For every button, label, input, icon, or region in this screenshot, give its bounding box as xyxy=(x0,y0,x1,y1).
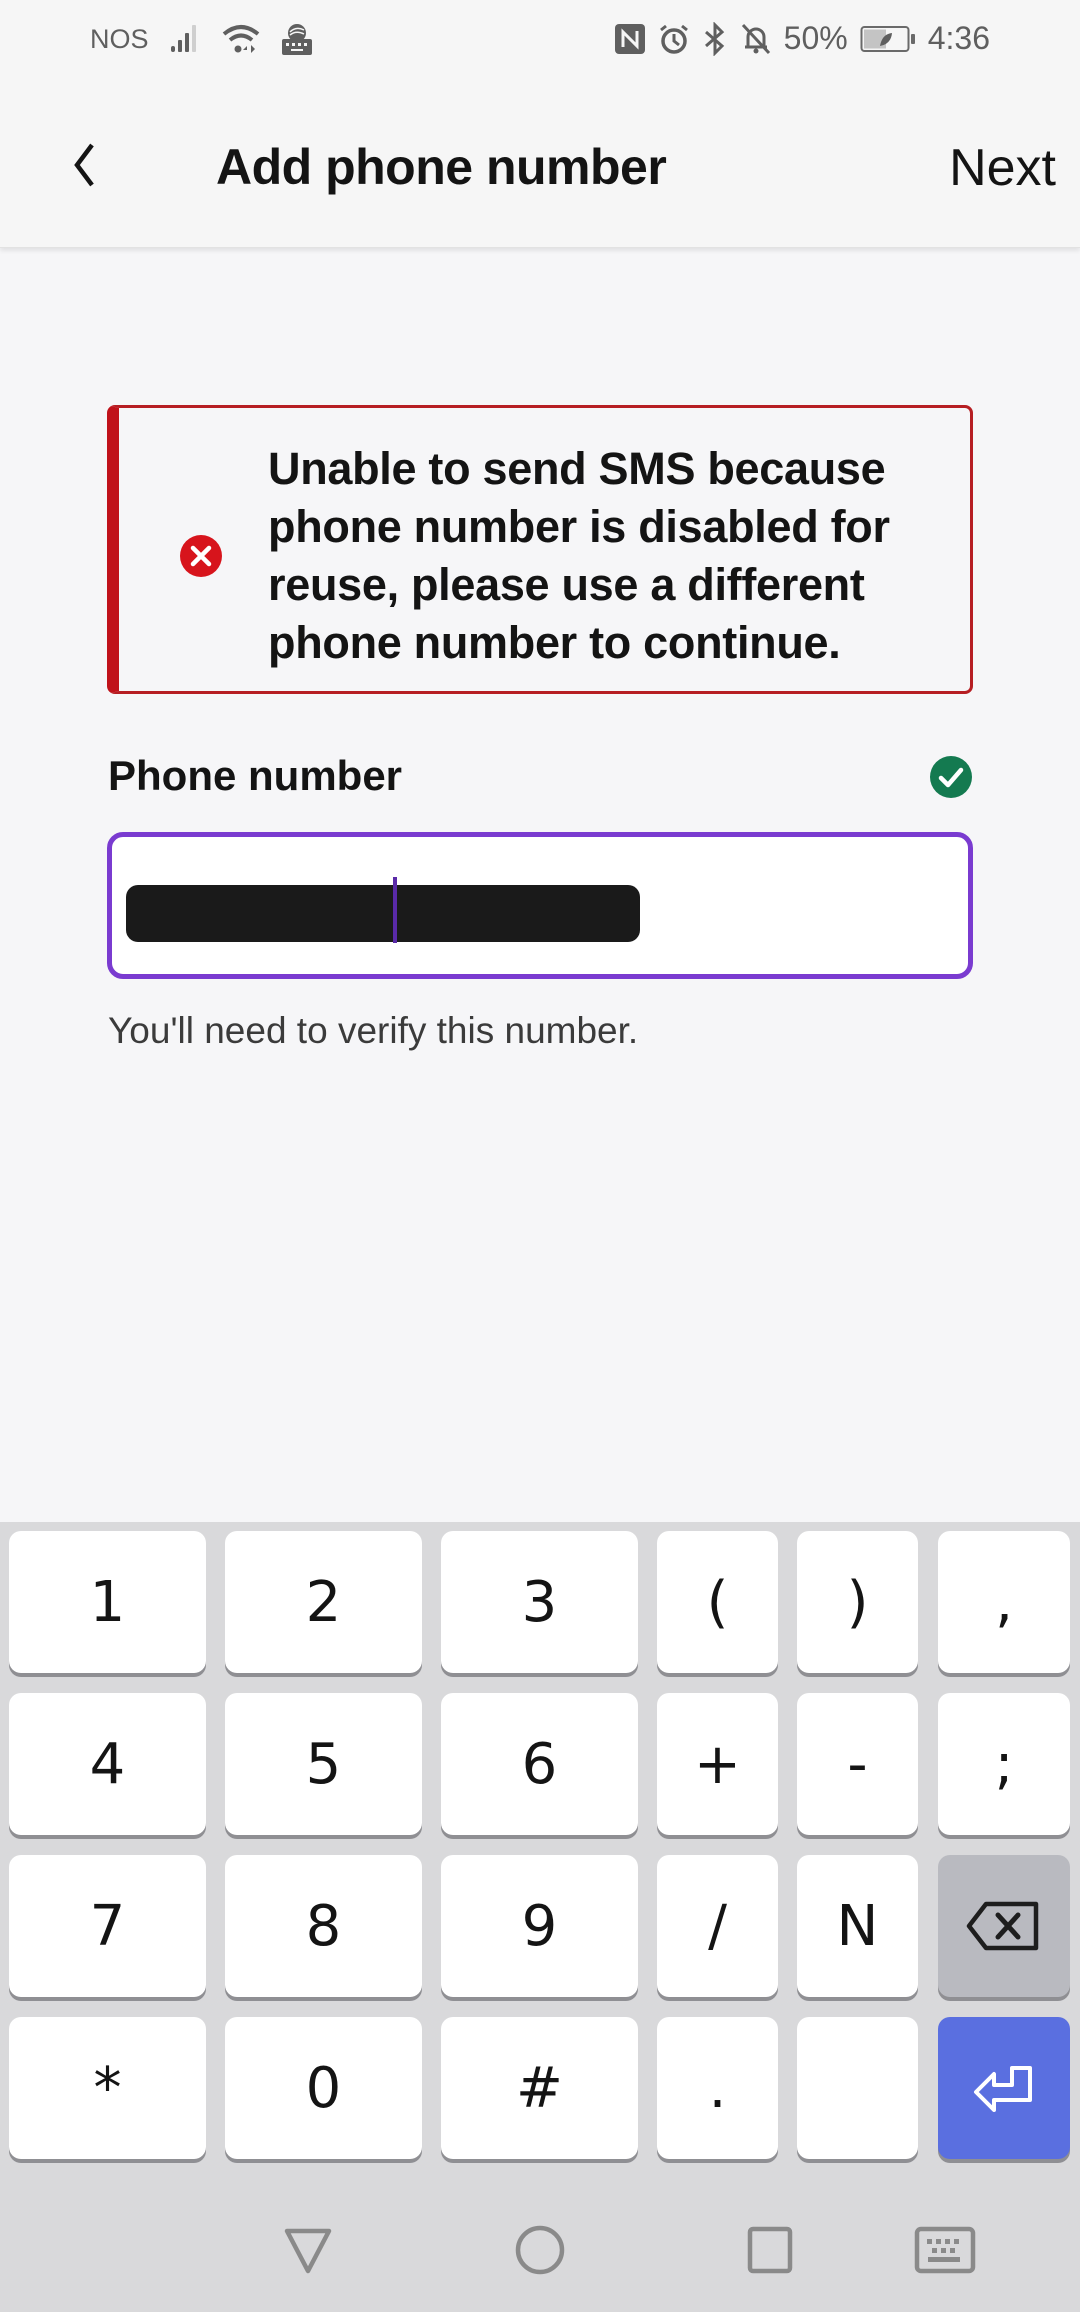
key-space[interactable] xyxy=(797,2017,918,2159)
next-button[interactable]: Next xyxy=(949,138,1056,198)
home-circle-icon xyxy=(515,2225,565,2275)
key-semicolon[interactable]: ; xyxy=(938,1693,1070,1835)
battery-icon xyxy=(860,24,916,54)
clock: 4:36 xyxy=(927,20,990,56)
backspace-icon xyxy=(966,1901,1039,1951)
battery-percent: 50% xyxy=(783,20,848,56)
key-plus[interactable]: + xyxy=(657,1693,778,1835)
helper-text: You'll need to verify this number. xyxy=(108,1010,639,1051)
text-caret xyxy=(393,877,397,943)
enter-icon xyxy=(974,2066,1032,2112)
key-open-paren[interactable]: ( xyxy=(657,1531,778,1673)
redacted-phone-value xyxy=(126,885,640,942)
back-button[interactable] xyxy=(55,130,115,200)
error-banner: Unable to send SMS because phone number … xyxy=(107,405,973,694)
key-6[interactable]: 6 xyxy=(441,1693,638,1835)
key-minus[interactable]: - xyxy=(797,1693,918,1835)
status-left: NOS xyxy=(90,22,313,56)
nav-recents-button[interactable] xyxy=(730,2215,810,2285)
key-7[interactable]: 7 xyxy=(9,1855,206,1997)
key-slash[interactable]: / xyxy=(657,1855,778,1997)
keyboard-app-icon xyxy=(281,22,313,56)
nav-keyboard-toggle-button[interactable] xyxy=(905,2215,985,2285)
recents-square-icon xyxy=(747,2226,793,2274)
key-8[interactable]: 8 xyxy=(225,1855,422,1997)
key-5[interactable]: 5 xyxy=(225,1693,422,1835)
key-0[interactable]: 0 xyxy=(225,2017,422,2159)
key-n[interactable]: N xyxy=(797,1855,918,1997)
key-comma[interactable]: , xyxy=(938,1531,1070,1673)
key-1[interactable]: 1 xyxy=(9,1531,206,1673)
wifi-icon xyxy=(221,23,261,55)
navigation-bar xyxy=(0,2185,1080,2312)
enter-key[interactable] xyxy=(938,2017,1070,2159)
nav-home-button[interactable] xyxy=(500,2215,580,2285)
nav-back-button[interactable] xyxy=(268,2215,348,2285)
key-2[interactable]: 2 xyxy=(225,1531,422,1673)
page-title: Add phone number xyxy=(216,139,667,195)
alarm-icon xyxy=(658,23,690,55)
key-period[interactable]: . xyxy=(657,2017,778,2159)
bluetooth-icon xyxy=(702,21,728,56)
phone-number-label: Phone number xyxy=(108,752,403,799)
chevron-left-icon xyxy=(74,143,94,187)
error-message: Unable to send SMS because phone number … xyxy=(268,443,890,668)
keyboard-toggle-icon xyxy=(914,2226,976,2274)
status-bar: NOS 50% 4:36 xyxy=(0,0,1080,80)
status-right: 50% 4:36 xyxy=(614,20,990,57)
check-circle-icon xyxy=(930,756,972,798)
nfc-icon xyxy=(614,23,646,55)
phone-number-input[interactable] xyxy=(107,832,973,979)
error-circle-icon xyxy=(180,535,222,577)
key-hash[interactable]: # xyxy=(441,2017,638,2159)
key-asterisk[interactable]: * xyxy=(9,2017,206,2159)
app-bar: Add phone number Next xyxy=(0,80,1080,248)
bell-off-icon xyxy=(740,22,772,56)
signal-icon xyxy=(169,24,201,54)
carrier-label: NOS xyxy=(90,23,149,54)
key-close-paren[interactable]: ) xyxy=(797,1531,918,1673)
key-3[interactable]: 3 xyxy=(441,1531,638,1673)
backspace-key[interactable] xyxy=(938,1855,1070,1997)
key-4[interactable]: 4 xyxy=(9,1693,206,1835)
key-9[interactable]: 9 xyxy=(441,1855,638,1997)
back-triangle-icon xyxy=(284,2228,332,2274)
